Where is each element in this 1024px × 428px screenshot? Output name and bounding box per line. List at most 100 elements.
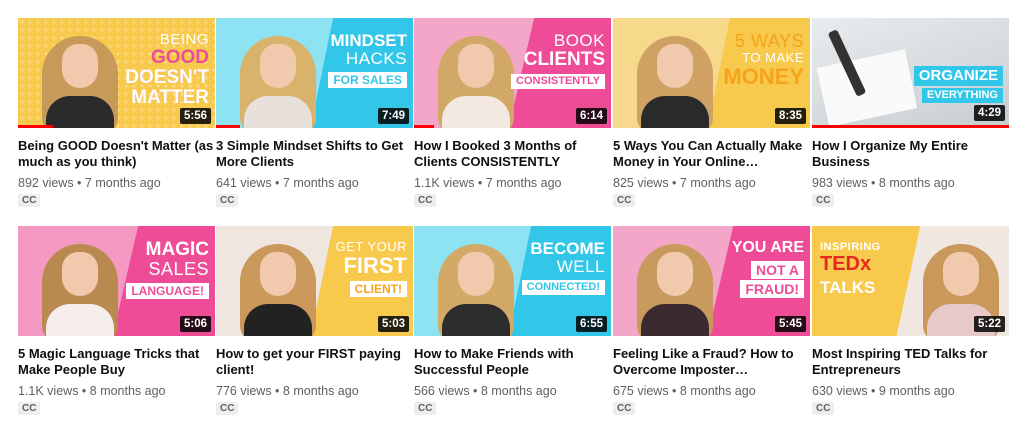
thumbnail-text-line3: TALKS [820,277,876,297]
video-meta: 776 views • 8 months ago [216,384,359,398]
video-title[interactable]: Feeling Like a Fraud? How to Overcome Im… [613,346,810,378]
video-title[interactable]: How to Make Friends with Successful Peop… [414,346,611,378]
video-meta: 675 views • 8 months ago [613,384,756,398]
thumbnail-text-line1: BECOME [530,239,605,258]
thumbnail-text-line2: ORGANIZE [913,66,1003,86]
video-thumbnail[interactable]: BOOK CLIENTS CONSISTENTLY 6:14 [414,18,611,128]
video-card[interactable]: BOOK CLIENTS CONSISTENTLY 6:14 How I Boo… [414,18,611,208]
thumbnail-text: BECOME WELL CONNECTED! [491,239,605,296]
thumbnail-text-line3: CONSISTENTLY [511,73,605,90]
video-duration: 4:29 [973,105,1005,121]
video-thumbnail[interactable]: BEING GOOD DOESN'T MATTER 5:56 [18,18,215,128]
video-title[interactable]: Most Inspiring TED Talks for Entrepreneu… [812,346,1009,378]
thumbnail-text-line2: FIRST [343,252,407,278]
video-title[interactable]: Being GOOD Doesn't Matter (as much as yo… [18,138,215,170]
video-thumbnail[interactable]: BECOME WELL CONNECTED! 6:55 [414,226,611,336]
video-title[interactable]: How I Booked 3 Months of Clients CONSIST… [414,138,611,170]
thumbnail-text-line2: CLIENTS [523,48,605,70]
video-card[interactable]: INSPIRING TEDx TALKS 5:22 Most Inspiring… [812,226,1009,416]
thumbnail-text-line3: DOESN'T MATTER [125,66,209,108]
video-duration: 6:55 [575,316,607,332]
video-meta: 983 views • 8 months ago [812,176,955,190]
thumbnail-text-line1: MINDSET [330,31,408,50]
thumbnail-text-line1: YOU ARE [731,239,804,256]
thumbnail-text-line3: LANGUAGE! [126,282,209,300]
thumbnail-text: 5 WAYS TO MAKE MONEY [690,32,804,88]
thumbnail-text-line1: GET YOUR [335,239,407,254]
video-duration: 5:56 [179,108,211,124]
cc-badge: CC [613,402,636,415]
video-card[interactable]: MINDSET HACKS FOR SALES 7:49 3 Simple Mi… [216,18,413,208]
thumbnail-text-line2: WELL [556,256,605,276]
video-thumbnail[interactable]: INSPIRING TEDx TALKS 5:22 [812,226,1009,336]
video-thumbnail[interactable]: GET YOUR FIRST CLIENT! 5:03 [216,226,413,336]
video-title[interactable]: 5 Magic Language Tricks that Make People… [18,346,215,378]
video-card[interactable]: GET YOUR FIRST CLIENT! 5:03 How to get y… [216,226,413,416]
video-meta: 1.1K views • 7 months ago [414,176,562,190]
cc-badge: CC [414,194,437,207]
video-duration: 5:03 [377,316,409,332]
video-meta: 1.1K views • 8 months ago [18,384,166,398]
thumbnail-text-line1: BEING [159,31,209,48]
cc-badge: CC [18,402,41,415]
thumbnail-text-line2: SALES [148,258,209,279]
watch-progress-bar [414,125,434,128]
thumbnail-text: BOOK CLIENTS CONSISTENTLY [491,31,605,90]
video-meta: 566 views • 8 months ago [414,384,557,398]
video-card[interactable]: BECOME WELL CONNECTED! 6:55 How to Make … [414,226,611,416]
video-card[interactable]: BEING GOOD DOESN'T MATTER 5:56 Being GOO… [18,18,215,208]
thumbnail-text-line3: CLIENT! [349,280,407,298]
thumbnail-text: INSPIRING TEDx TALKS [820,241,928,297]
video-duration: 5:06 [179,316,211,332]
video-title[interactable]: How I Organize My Entire Business [812,138,1009,170]
thumbnail-text: GET YOUR FIRST CLIENT! [293,240,407,298]
video-duration: 8:35 [774,108,806,124]
video-thumbnail[interactable]: MINDSET HACKS FOR SALES 7:49 [216,18,413,128]
thumbnail-text-line3: MONEY [723,63,804,89]
video-meta: 641 views • 7 months ago [216,176,359,190]
thumbnail-text-line3: EVERYTHING [921,87,1003,104]
cc-badge: CC [414,402,437,415]
thumbnail-text: MAGIC SALES LANGUAGE! [95,240,209,300]
watch-progress-bar [812,125,1009,128]
thumbnail-text: YOU ARE NOT A FRAUD! [690,239,804,299]
thumbnail-text: BEING GOOD DOESN'T MATTER [95,32,209,108]
thumbnail-text-line2: HACKS [345,48,407,68]
video-thumbnail[interactable]: MAGIC SALES LANGUAGE! 5:06 [18,226,215,336]
watch-progress-bar [216,125,240,128]
thumbnail-text-line2: TO MAKE [742,49,804,65]
video-duration: 6:14 [575,108,607,124]
video-meta: 630 views • 9 months ago [812,384,955,398]
video-duration: 7:49 [377,108,409,124]
video-meta: 825 views • 7 months ago [613,176,756,190]
cc-badge: CC [812,194,835,207]
thumbnail-text-line3: CONNECTED! [521,279,605,296]
video-meta: 892 views • 7 months ago [18,176,161,190]
thumbnail-text-line2: NOT A [750,260,804,280]
thumbnail-text-line2: GOOD [150,46,209,68]
cc-badge: CC [18,194,41,207]
video-card[interactable]: ORGANIZE EVERYTHING 4:29 How I Organize … [812,18,1009,208]
cc-badge: CC [216,194,239,207]
thumbnail-text-line2: TEDx [820,252,872,275]
thumbnail-text-line3: FRAUD! [740,279,804,299]
thumbnail-text-line1: INSPIRING [820,241,881,253]
video-title[interactable]: 5 Ways You Can Actually Make Money in Yo… [613,138,810,170]
video-title[interactable]: 3 Simple Mindset Shifts to Get More Clie… [216,138,413,170]
video-duration: 5:22 [973,316,1005,332]
video-card[interactable]: 5 WAYS TO MAKE MONEY 8:35 5 Ways You Can… [613,18,810,208]
video-title[interactable]: How to get your FIRST paying client! [216,346,413,378]
thumbnail-text-line1: 5 WAYS [734,31,804,51]
video-thumbnail[interactable]: YOU ARE NOT A FRAUD! 5:45 [613,226,810,336]
thumbnail-text-line1: BOOK [553,31,605,50]
video-card[interactable]: MAGIC SALES LANGUAGE! 5:06 5 Magic Langu… [18,226,215,416]
cc-badge: CC [216,402,239,415]
watch-progress-bar [18,125,54,128]
video-thumbnail[interactable]: ORGANIZE EVERYTHING 4:29 [812,18,1009,128]
video-card[interactable]: YOU ARE NOT A FRAUD! 5:45 Feeling Like a… [613,226,810,416]
video-thumbnail[interactable]: 5 WAYS TO MAKE MONEY 8:35 [613,18,810,128]
cc-badge: CC [613,194,636,207]
cc-badge: CC [812,402,835,415]
thumbnail-text: ORGANIZE EVERYTHING [865,62,1003,104]
thumbnail-text: MINDSET HACKS FOR SALES [293,31,408,89]
